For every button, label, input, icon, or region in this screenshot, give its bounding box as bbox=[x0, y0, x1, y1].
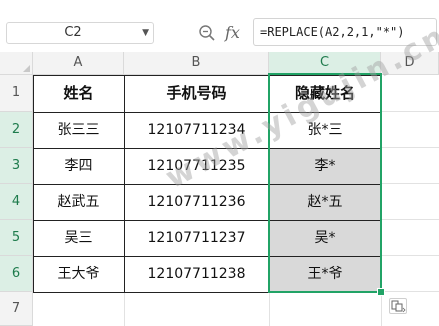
zoom-icon[interactable] bbox=[198, 24, 216, 42]
row-header-1[interactable]: 1 bbox=[0, 75, 33, 112]
cell-c5[interactable]: 吴* bbox=[269, 220, 381, 256]
cell-b4[interactable]: 12107711236 bbox=[124, 184, 269, 220]
table-border bbox=[381, 75, 382, 293]
row-header-4[interactable]: 4 bbox=[0, 184, 33, 220]
table-border bbox=[33, 184, 381, 185]
formula-bar: C2 ▼ fx =REPLACE(A2,2,1,"*") bbox=[0, 0, 439, 52]
cell-c4[interactable]: 赵*五 bbox=[269, 184, 381, 220]
cell-a2[interactable]: 张三三 bbox=[33, 112, 124, 148]
row-header-2[interactable]: 2 bbox=[0, 112, 33, 148]
cell-b5[interactable]: 12107711237 bbox=[124, 220, 269, 256]
formula-text: =REPLACE(A2,2,1,"*") bbox=[260, 25, 405, 39]
cell-b6[interactable]: 12107711238 bbox=[124, 256, 269, 292]
table-border bbox=[269, 75, 270, 293]
cell-a3[interactable]: 李四 bbox=[33, 148, 124, 184]
table-border bbox=[33, 292, 381, 293]
table-header-phone[interactable]: 手机号码 bbox=[124, 75, 269, 112]
formula-input[interactable]: =REPLACE(A2,2,1,"*") bbox=[253, 18, 437, 46]
row-header-5[interactable]: 5 bbox=[0, 220, 33, 256]
cell-a5[interactable]: 吴三 bbox=[33, 220, 124, 256]
cell-a4[interactable]: 赵武五 bbox=[33, 184, 124, 220]
table-border bbox=[33, 220, 381, 221]
table-border bbox=[124, 75, 125, 293]
table-border bbox=[33, 148, 381, 149]
cell-a6[interactable]: 王大爷 bbox=[33, 256, 124, 292]
select-all-corner[interactable] bbox=[0, 52, 33, 75]
row-header-3[interactable]: 3 bbox=[0, 148, 33, 184]
fx-icon[interactable]: fx bbox=[225, 22, 240, 44]
column-header-b[interactable]: B bbox=[124, 52, 269, 75]
table-border bbox=[33, 256, 381, 257]
spreadsheet-grid: A B C D 1 2 3 4 5 6 7 姓名 手机号码 隐藏姓名 张三三 1… bbox=[0, 52, 439, 326]
column-header-a[interactable]: A bbox=[33, 52, 124, 75]
cell-b2[interactable]: 12107711234 bbox=[124, 112, 269, 148]
cell-c6[interactable]: 王*爷 bbox=[269, 256, 381, 292]
column-header-d[interactable]: D bbox=[381, 52, 439, 75]
fill-handle[interactable] bbox=[377, 288, 385, 296]
name-box[interactable]: C2 ▼ bbox=[6, 22, 154, 44]
cell-c3[interactable]: 李* bbox=[269, 148, 381, 184]
cell-b3[interactable]: 12107711235 bbox=[124, 148, 269, 184]
table-header-name[interactable]: 姓名 bbox=[33, 75, 124, 112]
row-header-6[interactable]: 6 bbox=[0, 256, 33, 292]
table-border bbox=[33, 112, 381, 113]
row-header-7[interactable]: 7 bbox=[0, 292, 33, 326]
paste-options-icon[interactable] bbox=[389, 298, 407, 314]
table-border bbox=[33, 75, 381, 76]
table-border bbox=[33, 75, 34, 293]
chevron-down-icon[interactable]: ▼ bbox=[142, 26, 149, 40]
column-header-c[interactable]: C bbox=[269, 52, 381, 75]
name-box-value: C2 bbox=[64, 25, 82, 40]
table-header-hidden-name[interactable]: 隐藏姓名 bbox=[269, 75, 381, 112]
cell-c2[interactable]: 张*三 bbox=[269, 112, 381, 148]
